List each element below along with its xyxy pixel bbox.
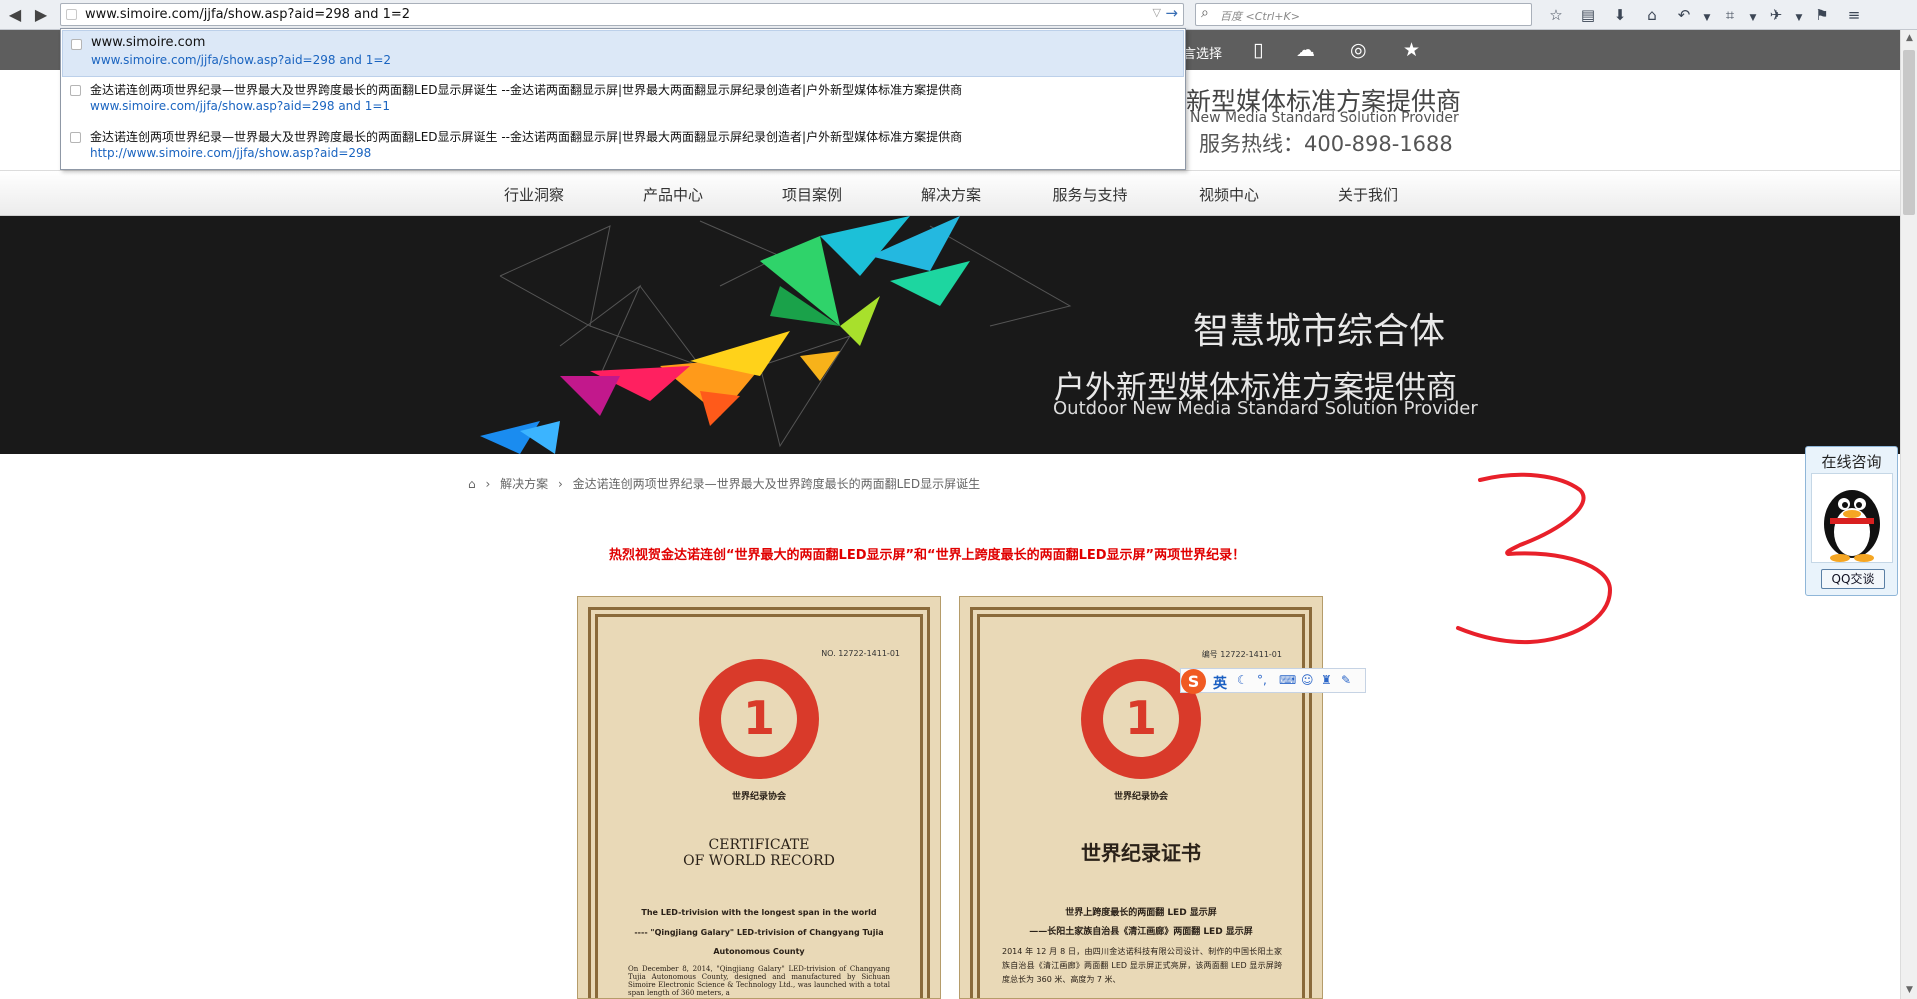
autocomplete-item[interactable]: 金达诺连创两项世界纪录—世界最大及世界跨度最长的两面翻LED显示屏诞生 --金达… (62, 77, 1184, 124)
mobile-icon[interactable]: ▯ (1253, 39, 1263, 61)
banner-subtitle-en: Outdoor New Media Standard Solution Prov… (1053, 398, 1478, 419)
nav-item-service[interactable]: 服务与支持 (1030, 184, 1150, 205)
nav-item-products[interactable]: 产品中心 (613, 184, 733, 205)
qq-penguin-icon (1811, 473, 1893, 563)
keyboard-icon[interactable]: ⌨ (1279, 673, 1296, 687)
certificate-line-3: Autonomous County (713, 947, 805, 956)
certificate-number: 编号 12722-1411-01 (1201, 650, 1282, 659)
hero-banner: 智慧城市综合体 户外新型媒体标准方案提供商 Outdoor New Media … (0, 216, 1900, 454)
address-bar[interactable]: www.simoire.com/jjfa/show.asp?aid=298 an… (60, 3, 1184, 26)
extension-icon[interactable]: ⚑ (1806, 3, 1838, 27)
article-headline: 热烈视贺金达诺连创“世界最大的两面翻LED显示屏”和“世界上跨度最长的两面翻LE… (609, 548, 1246, 563)
qq-online-widget: 在线咨询 QQ交谈 (1805, 446, 1898, 596)
undo-icon[interactable]: ↶ (1668, 3, 1700, 27)
language-select[interactable]: 言选择 (1183, 43, 1222, 62)
breadcrumb: ⌂ › 解决方案 › 金达诺连创两项世界纪录—世界最大及世界跨度最长的两面翻LE… (468, 475, 986, 492)
autocomplete-url: www.simoire.com/jjfa/show.asp?aid=298 an… (90, 99, 391, 113)
browser-toolbar: ◀ ▶ www.simoire.com/jjfa/show.asp?aid=29… (0, 0, 1917, 30)
page-favicon-icon (70, 132, 81, 143)
world-record-seal-icon: 1 (699, 659, 819, 779)
nav-item-solutions[interactable]: 解决方案 (891, 184, 1011, 205)
autocomplete-title: 金达诺连创两项世界纪录—世界最大及世界跨度最长的两面翻LED显示屏诞生 --金达… (90, 83, 963, 97)
half-width-moon-icon[interactable]: ☾ (1237, 673, 1248, 687)
history-dropdown-icon[interactable]: ▽ (1153, 6, 1161, 19)
settings-wrench-icon[interactable]: ✎ (1341, 673, 1351, 687)
screen: ◀ ▶ www.simoire.com/jjfa/show.asp?aid=29… (0, 0, 1917, 999)
wechat-icon[interactable]: ☁ (1296, 39, 1315, 61)
go-arrow-icon[interactable]: → (1165, 4, 1178, 22)
toolbar-icons: ☆ ▤ ⬇ ⌂ ↶ ▼ ⌗ ▼ ✈ ▼ ⚑ ≡ (1540, 3, 1870, 27)
sogou-logo-icon[interactable]: S (1181, 669, 1206, 694)
certificate-body: 2014 年 12 月 8 日，由四川金达诺科技有限公司设计、制作的中国长阳土家… (1002, 947, 1282, 984)
autocomplete-item[interactable]: 金达诺连创两项世界纪录—世界最大及世界跨度最长的两面翻LED显示屏诞生 --金达… (62, 124, 1184, 171)
page-favicon-icon (71, 39, 82, 50)
breadcrumb-current: 金达诺连创两项世界纪录—世界最大及世界跨度最长的两面翻LED显示屏诞生 (572, 477, 981, 491)
crop-icon[interactable]: ⌗ (1714, 3, 1746, 27)
certificate-line-1: 世界上跨度最长的两面翻 LED 显示屏 (1065, 908, 1217, 918)
nav-item-video[interactable]: 视频中心 (1169, 184, 1289, 205)
handwritten-annotation-3 (1456, 472, 1612, 645)
search-bar[interactable]: ⌕ 百度 <Ctrl+K> (1195, 3, 1532, 26)
weibo-icon[interactable]: ◎ (1350, 39, 1367, 61)
main-menu-icon[interactable]: ≡ (1838, 3, 1870, 27)
certificate-association: 世界纪录协会 (1113, 792, 1168, 802)
search-placeholder: 百度 <Ctrl+K> (1220, 10, 1300, 23)
certificate-line-2: ---- "Qingjiang Galary" LED-trivision of… (634, 928, 884, 937)
hotline: 服务热线：400-898-1688 (1199, 132, 1453, 156)
autocomplete-item[interactable]: www.simoire.com www.simoire.com/jjfa/sho… (62, 30, 1184, 77)
menu-arrow-icon-3[interactable]: ▼ (1792, 6, 1806, 30)
certificate-title-2: OF WORLD RECORD (683, 853, 835, 869)
certificate-title-1: CERTIFICATE (708, 837, 810, 853)
ime-toolbar[interactable]: S 英 ☾ °, ⌨ ☺ ♜ ✎ (1180, 668, 1366, 694)
bookmarks-list-icon[interactable]: ▤ (1572, 3, 1604, 27)
search-icon: ⌕ (1201, 5, 1209, 21)
scroll-down-icon[interactable]: ▼ (1901, 982, 1917, 999)
main-nav: 行业洞察 产品中心 项目案例 解决方案 服务与支持 视频中心 关于我们 (0, 170, 1900, 216)
autocomplete-url: http://www.simoire.com/jjfa/show.asp?aid… (90, 146, 372, 160)
url-autocomplete-dropdown: www.simoire.com www.simoire.com/jjfa/sho… (60, 28, 1186, 170)
autocomplete-url: www.simoire.com/jjfa/show.asp?aid=298 an… (91, 53, 392, 67)
banner-graphic (480, 216, 1072, 454)
banner-title: 智慧城市综合体 (1193, 311, 1446, 352)
page-favicon-icon (66, 9, 77, 20)
header-slogan-en: New Media Standard Solution Provider (1190, 110, 1459, 126)
menu-arrow-icon[interactable]: ▼ (1700, 6, 1714, 30)
page-scrollbar[interactable]: ▲ ▼ (1900, 30, 1917, 999)
menu-arrow-icon-2[interactable]: ▼ (1746, 6, 1760, 30)
home-icon[interactable]: ⌂ (1636, 3, 1668, 27)
certificate-left: NO. 12722-1411-01 1 世界纪录协会 CERTIFICATE O… (577, 596, 941, 999)
punctuation-icon[interactable]: °, (1257, 673, 1267, 687)
certificate-line-2: ——长阳土家族自治县《清江画廊》两面翻 LED 显示屏 (1029, 927, 1253, 937)
certificate-title-cn: 世界纪录证书 (1081, 841, 1201, 865)
download-icon[interactable]: ⬇ (1604, 3, 1636, 27)
scroll-up-icon[interactable]: ▲ (1901, 30, 1917, 47)
user-icon[interactable]: ☺ (1301, 673, 1314, 687)
breadcrumb-separator-icon: › (557, 477, 563, 491)
favorite-star-icon[interactable]: ★ (1403, 39, 1420, 61)
scroll-thumb[interactable] (1903, 50, 1915, 215)
forward-icon[interactable]: ▶ (29, 3, 53, 27)
nav-item-about[interactable]: 关于我们 (1308, 184, 1428, 205)
certificate-body: On December 8, 2014, "Qingjiang Galary" … (628, 965, 890, 997)
back-icon[interactable]: ◀ (3, 3, 27, 27)
qq-chat-button[interactable]: QQ交谈 (1821, 569, 1885, 589)
address-url: www.simoire.com/jjfa/show.asp?aid=298 an… (85, 7, 411, 22)
breadcrumb-section[interactable]: 解决方案 (500, 477, 548, 491)
breadcrumb-separator-icon: › (485, 477, 491, 491)
certificate-line-1: The LED-trivision with the longest span … (641, 908, 877, 917)
autocomplete-title: 金达诺连创两项世界纪录—世界最大及世界跨度最长的两面翻LED显示屏诞生 --金达… (90, 130, 963, 144)
autocomplete-title: www.simoire.com (91, 35, 206, 50)
skin-shirt-icon[interactable]: ♜ (1321, 673, 1332, 687)
certificate-association: 世界纪录协会 (731, 792, 786, 802)
ime-language-toggle[interactable]: 英 (1213, 673, 1227, 693)
certificate-right: 编号 12722-1411-01 1 世界纪录协会 世界纪录证书 世界上跨度最长… (959, 596, 1323, 999)
bookmark-star-icon[interactable]: ☆ (1540, 3, 1572, 27)
certificate-number: NO. 12722-1411-01 (821, 649, 900, 658)
page-favicon-icon (70, 85, 81, 96)
home-icon[interactable]: ⌂ (468, 477, 476, 491)
qq-widget-title: 在线咨询 (1821, 453, 1882, 471)
mouse-gesture-icon[interactable]: ✈ (1760, 3, 1792, 27)
nav-item-cases[interactable]: 项目案例 (752, 184, 872, 205)
nav-item-insight[interactable]: 行业洞察 (474, 184, 594, 205)
